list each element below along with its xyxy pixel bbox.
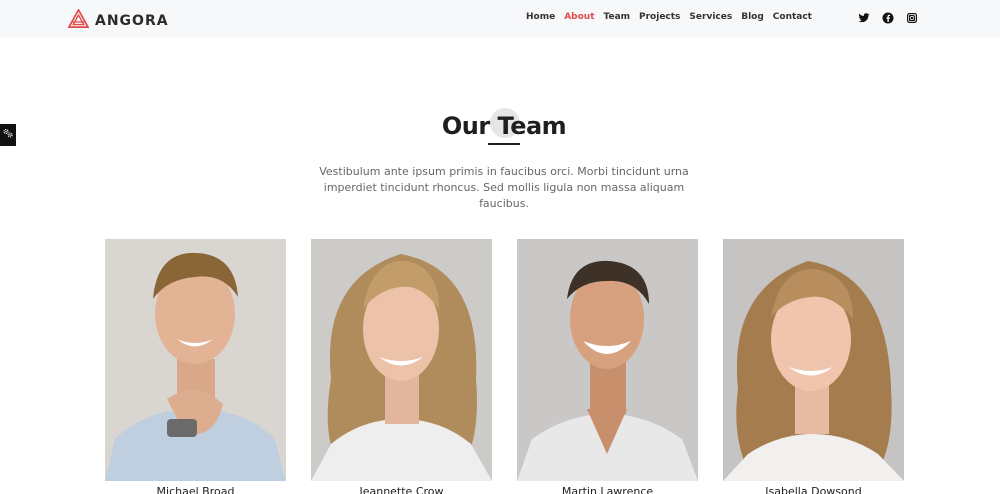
member-photo bbox=[105, 239, 286, 481]
nav-projects[interactable]: Projects bbox=[639, 12, 680, 22]
member-name: Michael Broad bbox=[156, 485, 235, 494]
brand-logo[interactable]: ANGORA bbox=[67, 8, 169, 33]
team-card[interactable]: Martin Lawrence bbox=[517, 239, 698, 494]
member-name: Martin Lawrence bbox=[561, 485, 654, 494]
member-name: Isabella Dowsond bbox=[765, 485, 862, 494]
team-card[interactable]: Isabella Dowsond bbox=[723, 239, 904, 494]
member-photo bbox=[517, 239, 698, 481]
facebook-icon[interactable] bbox=[881, 11, 895, 25]
team-card[interactable]: Jeannette Crow bbox=[311, 239, 492, 494]
member-photo bbox=[723, 239, 904, 481]
nav-about[interactable]: About bbox=[564, 12, 594, 22]
instagram-icon[interactable] bbox=[905, 11, 919, 25]
nav-blog[interactable]: Blog bbox=[741, 12, 764, 22]
nav-services[interactable]: Services bbox=[689, 12, 732, 22]
nav-team[interactable]: Team bbox=[604, 12, 631, 22]
title-underline bbox=[488, 143, 520, 145]
section-description: Vestibulum ante ipsum primis in faucibus… bbox=[319, 165, 689, 210]
brand-name: ANGORA bbox=[95, 13, 169, 29]
team-card[interactable]: Michael Broad bbox=[105, 239, 286, 494]
nav-home[interactable]: Home bbox=[526, 12, 555, 22]
section-title: Our Team bbox=[441, 112, 567, 140]
member-photo bbox=[311, 239, 492, 481]
site-header: ANGORA Home About Team Projects Services… bbox=[0, 0, 1000, 38]
twitter-icon[interactable] bbox=[857, 11, 871, 25]
nav-contact[interactable]: Contact bbox=[773, 12, 812, 22]
member-name: Jeannette Crow bbox=[359, 485, 444, 494]
main-nav: Home About Team Projects Services Blog C… bbox=[526, 12, 821, 22]
logo-icon bbox=[67, 8, 90, 33]
